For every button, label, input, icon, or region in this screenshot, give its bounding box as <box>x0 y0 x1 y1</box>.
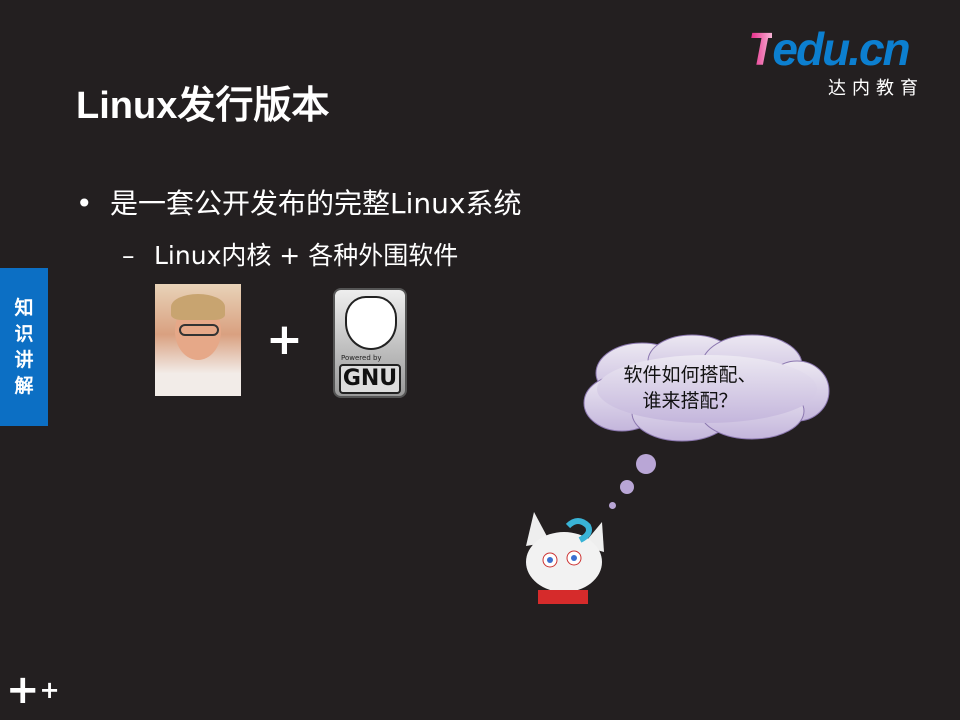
thought-line-2: 谁来搭配？ <box>642 390 738 412</box>
bullet-text: 是一套公开发布的完整Linux系统 <box>110 187 522 220</box>
side-tab-knowledge: 知 识 讲 解 <box>0 268 48 426</box>
gnu-head-icon <box>345 296 397 350</box>
sub-bullet-text: Linux内核 + 各种外围软件 <box>154 241 459 270</box>
logo-subtitle: 达内教育 <box>828 78 924 99</box>
gnu-label: GNU <box>339 364 401 394</box>
linus-photo <box>155 284 241 396</box>
thought-bubble <box>620 480 634 494</box>
dash: – <box>122 241 135 270</box>
side-char: 讲 <box>14 349 34 371</box>
logo-text: edu.cn <box>772 23 910 75</box>
plus-sign: + <box>266 314 303 365</box>
thought-line-1: 软件如何搭配、 <box>623 364 757 386</box>
mascot-image <box>526 512 604 604</box>
plus-plus-icon: ++ <box>6 667 60 713</box>
thought-bubble <box>636 454 656 474</box>
slide-title: Linux发行版本 <box>76 85 330 127</box>
thought-bubble <box>609 502 616 509</box>
side-char: 识 <box>14 323 34 345</box>
logo-t: T <box>748 23 774 75</box>
bullet-1: • 是一套公开发布的完整Linux系统 <box>76 182 521 222</box>
side-char: 解 <box>14 375 34 397</box>
sub-bullet-1: – Linux内核 + 各种外围软件 <box>122 236 458 272</box>
tedu-logo: Tedu.cn 达内教育 <box>748 23 928 99</box>
side-char: 知 <box>14 297 34 319</box>
bullet-dot: • <box>76 187 93 220</box>
gnu-logo: Powered by GNU <box>333 288 407 398</box>
gnu-powered-by: Powered by <box>341 354 382 362</box>
thought-text: 软件如何搭配、 谁来搭配？ <box>600 362 780 414</box>
